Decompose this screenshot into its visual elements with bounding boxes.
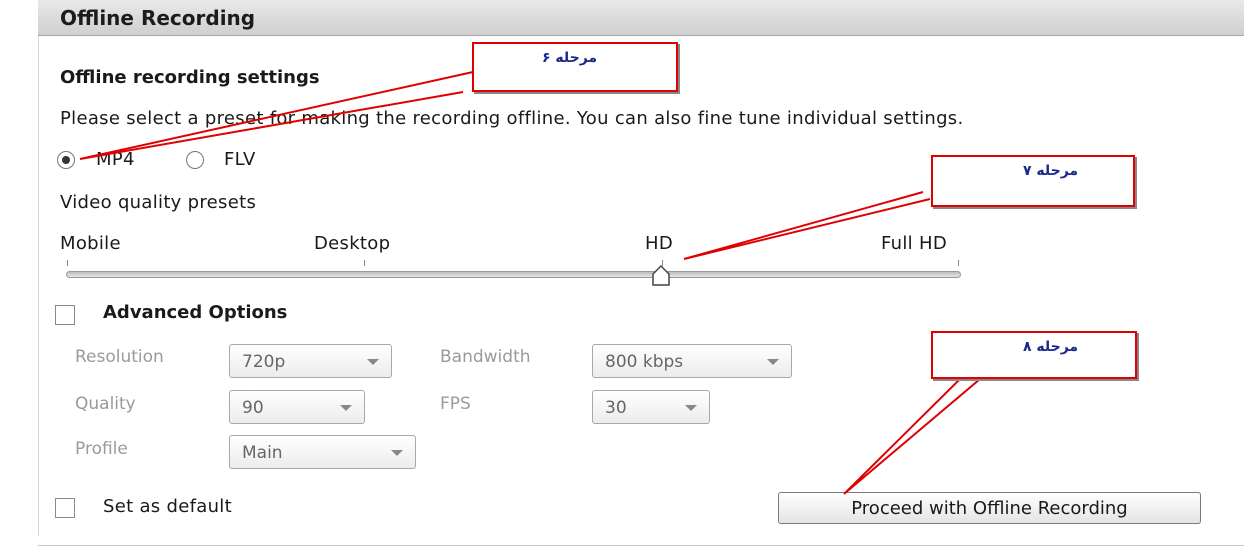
- annotation-step7-text: مرحله ۷: [1023, 163, 1079, 179]
- slider-tick-mobile: [67, 260, 68, 266]
- preset-hd-label[interactable]: HD: [645, 233, 673, 254]
- annotation-step6-text: مرحله ۶: [542, 50, 598, 66]
- annotation-step7: مرحله ۷: [931, 155, 1135, 207]
- advanced-options-label[interactable]: Advanced Options: [103, 302, 287, 323]
- proceed-button[interactable]: Proceed with Offline Recording: [778, 492, 1201, 524]
- fps-label: FPS: [440, 394, 471, 414]
- annotation-arrow-step8: [843, 378, 981, 495]
- bandwidth-value: 800 kbps: [605, 352, 684, 372]
- slider-tick-desktop: [364, 260, 365, 266]
- fps-value: 30: [605, 398, 627, 418]
- flv-radio[interactable]: [186, 151, 204, 169]
- description-text: Please select a preset for making the re…: [60, 108, 964, 129]
- slider-tick-hd: [662, 260, 663, 266]
- section-title: Offline recording settings: [60, 67, 320, 88]
- bandwidth-select[interactable]: 800 kbps: [592, 344, 792, 378]
- mp4-label[interactable]: MP4: [96, 149, 135, 170]
- annotation-step8: مرحله ۸: [931, 331, 1137, 379]
- window-titlebar: Offline Recording: [38, 0, 1244, 36]
- resolution-select[interactable]: 720p: [229, 344, 392, 378]
- preset-fullhd-label[interactable]: Full HD: [881, 233, 947, 254]
- set-default-label[interactable]: Set as default: [103, 496, 232, 517]
- quality-slider-track[interactable]: [66, 271, 961, 278]
- quality-label: Quality: [75, 394, 136, 414]
- advanced-options-checkbox[interactable]: [55, 305, 75, 325]
- preset-desktop-label[interactable]: Desktop: [314, 233, 390, 254]
- radio-selected-dot: [62, 156, 70, 164]
- chevron-down-icon: [391, 450, 403, 456]
- profile-label: Profile: [75, 439, 128, 459]
- quality-select[interactable]: 90: [229, 390, 365, 424]
- slider-tick-fullhd: [958, 260, 959, 266]
- window-title: Offline Recording: [60, 6, 256, 30]
- profile-select[interactable]: Main: [229, 435, 416, 469]
- annotation-step8-text: مرحله ۸: [1023, 339, 1079, 355]
- flv-label[interactable]: FLV: [224, 149, 256, 170]
- chevron-down-icon: [367, 359, 379, 365]
- annotation-step6: مرحله ۶: [472, 42, 678, 92]
- bandwidth-label: Bandwidth: [440, 347, 531, 367]
- chevron-down-icon: [767, 359, 779, 365]
- resolution-label: Resolution: [75, 347, 164, 367]
- quality-value: 90: [242, 398, 264, 418]
- set-default-checkbox[interactable]: [55, 498, 75, 518]
- window-border-bottom: [38, 545, 1244, 546]
- preset-mobile-label[interactable]: Mobile: [60, 233, 121, 254]
- quality-presets-label: Video quality presets: [60, 192, 257, 213]
- fps-select[interactable]: 30: [592, 390, 710, 424]
- quality-slider-thumb: [652, 264, 670, 286]
- resolution-value: 720p: [242, 352, 286, 372]
- chevron-down-icon: [685, 405, 697, 411]
- mp4-radio[interactable]: [57, 151, 75, 169]
- window-border-left: [38, 36, 39, 536]
- profile-value: Main: [242, 443, 283, 463]
- chevron-down-icon: [340, 405, 352, 411]
